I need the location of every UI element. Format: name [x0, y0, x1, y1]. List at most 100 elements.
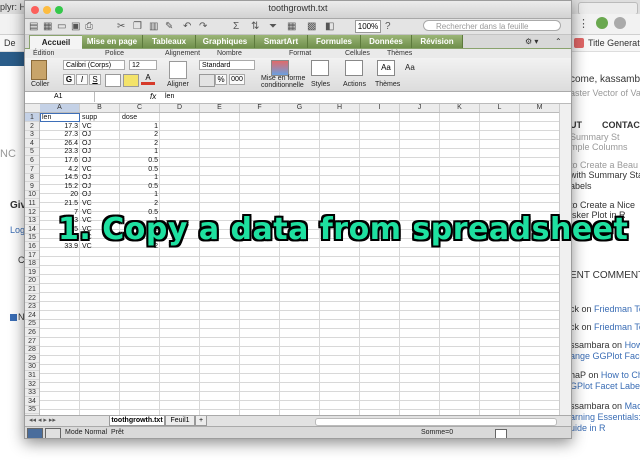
comment-link[interactable]: uide in R	[570, 423, 606, 433]
comment-link[interactable]: Mach	[625, 401, 640, 411]
column-header[interactable]: E	[200, 104, 240, 112]
column-header[interactable]: M	[520, 104, 560, 112]
filter-icon[interactable]: ⏷	[269, 21, 277, 32]
font-name-select[interactable]: Calibri (Corps)	[63, 60, 125, 70]
bg-link[interactable]: mple Columns	[570, 142, 628, 152]
tab-tableaux[interactable]: Tableaux	[143, 35, 196, 48]
comment-link[interactable]: Friedman Tes	[594, 322, 640, 332]
bg-link[interactable]: Summary St	[570, 132, 620, 142]
bg-nav-contact[interactable]: CONTAC	[602, 120, 640, 130]
column-header[interactable]: G	[280, 104, 320, 112]
underline-button[interactable]: S	[89, 74, 101, 85]
column-header[interactable]: K	[440, 104, 480, 112]
undo-icon[interactable]: ↶	[183, 21, 191, 32]
comment-link[interactable]: ange GGPlot Facet	[570, 351, 640, 361]
spreadsheet-grid[interactable]: len supp dose 17.3 VC 1 27.3 OJ 2 26.4 OJ 2 23.3 OJ 1 1…	[40, 113, 559, 415]
sum-status[interactable]: Somme=0	[421, 427, 453, 438]
tab-revision[interactable]: Révision	[412, 35, 463, 48]
bookmark-item[interactable]: De	[4, 35, 16, 51]
horizontal-scrollbar[interactable]	[315, 418, 557, 426]
column-header[interactable]: J	[400, 104, 440, 112]
align-icon[interactable]	[169, 61, 187, 79]
browser-tab[interactable]: plyr: How to Change the Ord	[0, 0, 24, 14]
format-painter-icon[interactable]: ✎	[165, 21, 173, 32]
styles-icon[interactable]	[311, 60, 329, 76]
font-size-select[interactable]: 12	[129, 60, 157, 70]
gallery-icon[interactable]: ▦	[287, 21, 296, 32]
save-icon[interactable]: ▣	[71, 21, 80, 32]
profile-avatar[interactable]	[614, 17, 626, 29]
tab-mise-en-page[interactable]: Mise en page	[82, 35, 143, 48]
sheet-tab-toothgrowth[interactable]: toothgrowth.txt	[109, 416, 165, 426]
comment-link[interactable]: GPlot Facet Labels	[570, 381, 640, 391]
tab-smartart[interactable]: SmartArt	[255, 35, 308, 48]
cut-icon[interactable]: ✂	[117, 21, 125, 32]
add-sheet-button[interactable]: +	[195, 416, 207, 426]
extension-icon[interactable]	[596, 17, 608, 29]
fx-icon[interactable]: fx	[150, 92, 156, 102]
column-header[interactable]: L	[480, 104, 520, 112]
comment-link[interactable]: How to Cha	[601, 370, 640, 380]
italic-button[interactable]: I	[76, 74, 88, 85]
vertical-scrollbar[interactable]	[559, 104, 571, 415]
formula-input[interactable]: len	[165, 92, 174, 102]
bg-link[interactable]: abels	[570, 181, 592, 191]
open-icon[interactable]: ▭	[57, 21, 66, 32]
normal-view-icon[interactable]	[27, 428, 43, 438]
font-color-icon[interactable]: A	[141, 74, 155, 85]
autosum-icon[interactable]: Σ	[233, 21, 239, 32]
fill-color-icon[interactable]	[123, 74, 139, 87]
help-icon[interactable]: ?	[385, 21, 391, 32]
actions-icon[interactable]	[345, 60, 363, 76]
page-layout-view-icon[interactable]	[45, 428, 61, 438]
templates-icon[interactable]: ▦	[43, 21, 52, 32]
bold-button[interactable]: G	[63, 74, 75, 85]
column-header[interactable]: B	[80, 104, 120, 112]
percent-button[interactable]: %	[215, 74, 227, 85]
comment-link[interactable]: Friedman Tes	[594, 304, 640, 314]
bg-link[interactable]: to Create a Beau	[570, 160, 638, 170]
column-header[interactable]: H	[320, 104, 360, 112]
paste-icon[interactable]: ▥	[149, 21, 158, 32]
currency-icon[interactable]	[199, 74, 215, 87]
print-icon[interactable]: ⎙	[85, 21, 93, 32]
status-dropdown-icon[interactable]	[495, 429, 507, 438]
column-header[interactable]: A	[40, 104, 80, 112]
search-input[interactable]: Rechercher dans la feuille	[423, 20, 561, 31]
more-options-icon[interactable]: ⋮	[578, 17, 589, 30]
tab-accueil[interactable]: Accueil	[29, 35, 83, 49]
redo-icon[interactable]: ↷	[199, 21, 207, 32]
sort-icon[interactable]: ⇅	[251, 21, 259, 32]
bookmark-title-generator[interactable]: Title Generator ·	[588, 35, 640, 51]
tab-formules[interactable]: Formules	[308, 35, 361, 48]
tab-donnees[interactable]: Données	[361, 35, 412, 48]
borders-icon[interactable]	[105, 74, 121, 87]
ribbon-collapse-icon[interactable]: ⌃	[555, 35, 562, 48]
column-header[interactable]: C	[120, 104, 160, 112]
bg-link[interactable]: to Create a Nice	[570, 200, 635, 210]
number-format-select[interactable]: Standard	[199, 60, 255, 70]
paste-clipboard-icon[interactable]	[31, 60, 47, 80]
checkbox-icon[interactable]	[10, 314, 17, 321]
column-header[interactable]: I	[360, 104, 400, 112]
zoom-field[interactable]: 100%	[355, 20, 381, 33]
theme-fonts-button[interactable]: Aa	[405, 64, 415, 72]
column-header[interactable]: F	[240, 104, 280, 112]
bg-link[interactable]: aster Vector of Va	[570, 88, 640, 98]
themes-icon[interactable]: Aa	[377, 60, 395, 76]
comment-link[interactable]: How	[625, 340, 640, 350]
comment-link[interactable]: arning Essentials: P	[570, 412, 640, 422]
column-header[interactable]: D	[160, 104, 200, 112]
copy-icon[interactable]: ❐	[133, 21, 142, 32]
sheet-tab-feuil1[interactable]: Feuil1	[165, 416, 195, 426]
tab-graphiques[interactable]: Graphiques	[196, 35, 255, 48]
conditional-format-icon[interactable]	[271, 60, 289, 76]
bg-link[interactable]: with Summary Sta	[570, 170, 640, 180]
toolbox-icon[interactable]: ▩	[307, 21, 316, 32]
media-icon[interactable]: ◧	[325, 21, 334, 32]
row-header[interactable]: 35	[25, 405, 39, 415]
name-box[interactable]: A1	[27, 92, 95, 102]
new-icon[interactable]: ▤	[29, 21, 38, 32]
sheet-nav-icons[interactable]: ◂◂ ◂ ▸ ▸▸	[29, 416, 56, 426]
thousands-button[interactable]: 000	[229, 74, 245, 85]
